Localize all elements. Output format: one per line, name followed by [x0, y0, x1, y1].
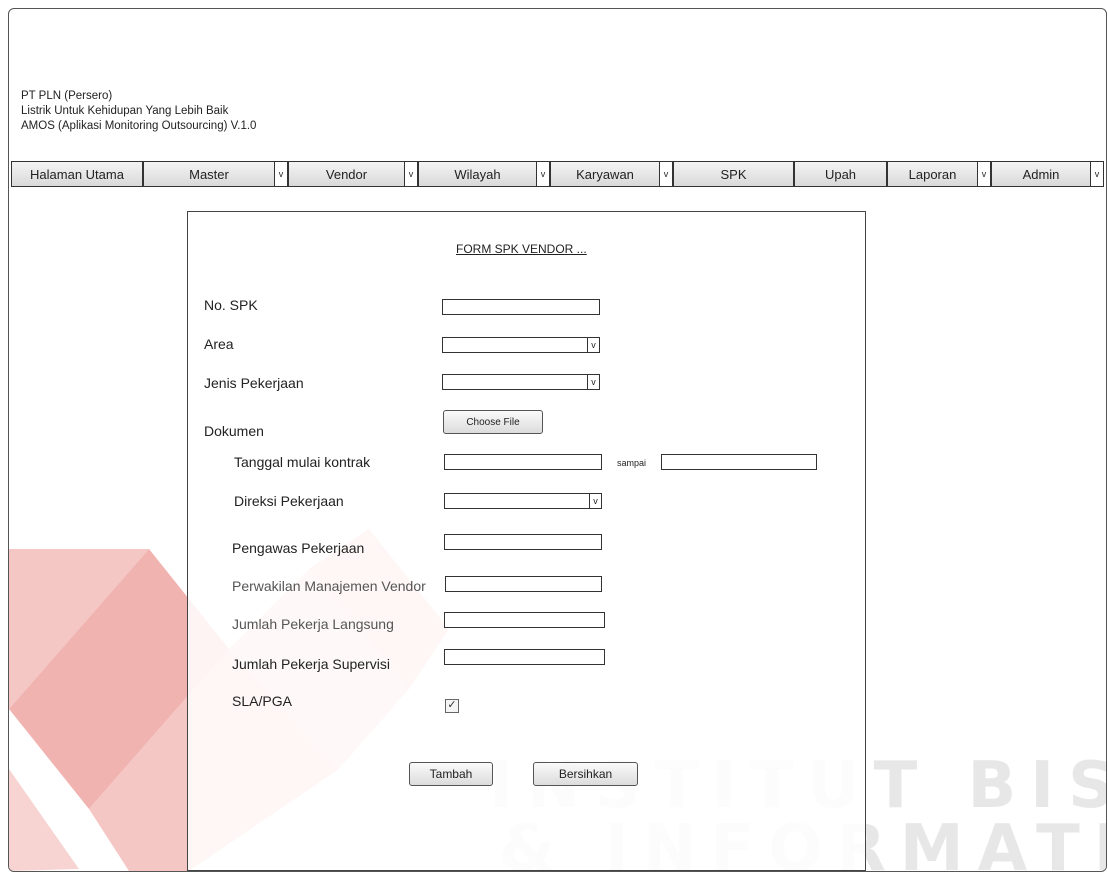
bersihkan-button[interactable]: Bersihkan	[533, 762, 638, 786]
choose-file-button[interactable]: Choose File	[443, 410, 543, 434]
jenis-pekerjaan-select[interactable]: v	[442, 374, 600, 390]
label-sla-pga: SLA/PGA	[232, 693, 292, 709]
main-menu: Halaman Utama Master v Vendor v Wilayah …	[9, 161, 1106, 189]
company-name: PT PLN (Persero)	[21, 90, 113, 102]
chevron-down-icon[interactable]: v	[274, 162, 287, 186]
label-perwakilan: Perwakilan Manajemen Vendor	[232, 578, 426, 594]
label-tanggal: Tanggal mulai kontrak	[234, 454, 371, 470]
menu-admin[interactable]: Admin v	[991, 161, 1104, 187]
chevron-down-icon[interactable]: v	[587, 338, 599, 352]
form-title: FORM SPK VENDOR ...	[456, 242, 587, 256]
perwakilan-input[interactable]	[445, 576, 602, 592]
tagline: Listrik Untuk Kehidupan Yang Lebih Baik	[21, 105, 229, 117]
chevron-down-icon[interactable]: v	[536, 162, 549, 186]
brand-header: PT PLN (Persero) Listrik Untuk Kehidupan…	[21, 89, 256, 134]
label-pengawas: Pengawas Pekerjaan	[232, 540, 365, 556]
label-direksi: Direksi Pekerjaan	[234, 493, 344, 509]
label-jenis-pekerjaan: Jenis Pekerjaan	[204, 375, 304, 391]
menu-halaman-utama[interactable]: Halaman Utama	[11, 161, 143, 187]
label-no-spk: No. SPK	[204, 297, 258, 313]
tanggal-mulai-input[interactable]	[444, 454, 602, 470]
chevron-down-icon[interactable]: v	[404, 162, 417, 186]
pengawas-input[interactable]	[444, 534, 602, 550]
menu-karyawan[interactable]: Karyawan v	[550, 161, 673, 187]
no-spk-input[interactable]	[442, 299, 600, 315]
menu-upah[interactable]: Upah	[794, 161, 887, 187]
chevron-down-icon[interactable]: v	[589, 494, 601, 508]
menu-vendor[interactable]: Vendor v	[288, 161, 418, 187]
direksi-select[interactable]: v	[444, 493, 602, 509]
app-name: AMOS (Aplikasi Monitoring Outsourcing) V…	[21, 120, 257, 132]
chevron-down-icon[interactable]: v	[587, 375, 599, 389]
label-dokumen: Dokumen	[204, 423, 264, 439]
label-jumlah-langsung: Jumlah Pekerja Langsung	[232, 616, 394, 632]
form-panel: FORM SPK VENDOR ... No. SPK Area v Jenis…	[187, 211, 866, 871]
menu-laporan[interactable]: Laporan v	[887, 161, 991, 187]
menu-spk[interactable]: SPK	[673, 161, 794, 187]
label-area: Area	[204, 336, 234, 352]
tambah-button[interactable]: Tambah	[409, 762, 493, 786]
jumlah-supervisi-input[interactable]	[444, 649, 605, 665]
menu-master[interactable]: Master v	[143, 161, 288, 187]
label-sampai: sampai	[617, 458, 647, 468]
label-jumlah-supervisi: Jumlah Pekerja Supervisi	[232, 656, 390, 672]
chevron-down-icon[interactable]: v	[659, 162, 672, 186]
app-window: INSTITUT BISNIS & INFORMATIKA PT PLN (Pe…	[8, 8, 1107, 872]
menu-wilayah[interactable]: Wilayah v	[418, 161, 550, 187]
tanggal-akhir-input[interactable]	[661, 454, 817, 470]
chevron-down-icon[interactable]: v	[1090, 162, 1103, 186]
area-select[interactable]: v	[442, 337, 600, 353]
chevron-down-icon[interactable]: v	[977, 162, 990, 186]
jumlah-langsung-input[interactable]	[444, 612, 605, 628]
sla-pga-checkbox[interactable]: ✓	[445, 699, 459, 713]
